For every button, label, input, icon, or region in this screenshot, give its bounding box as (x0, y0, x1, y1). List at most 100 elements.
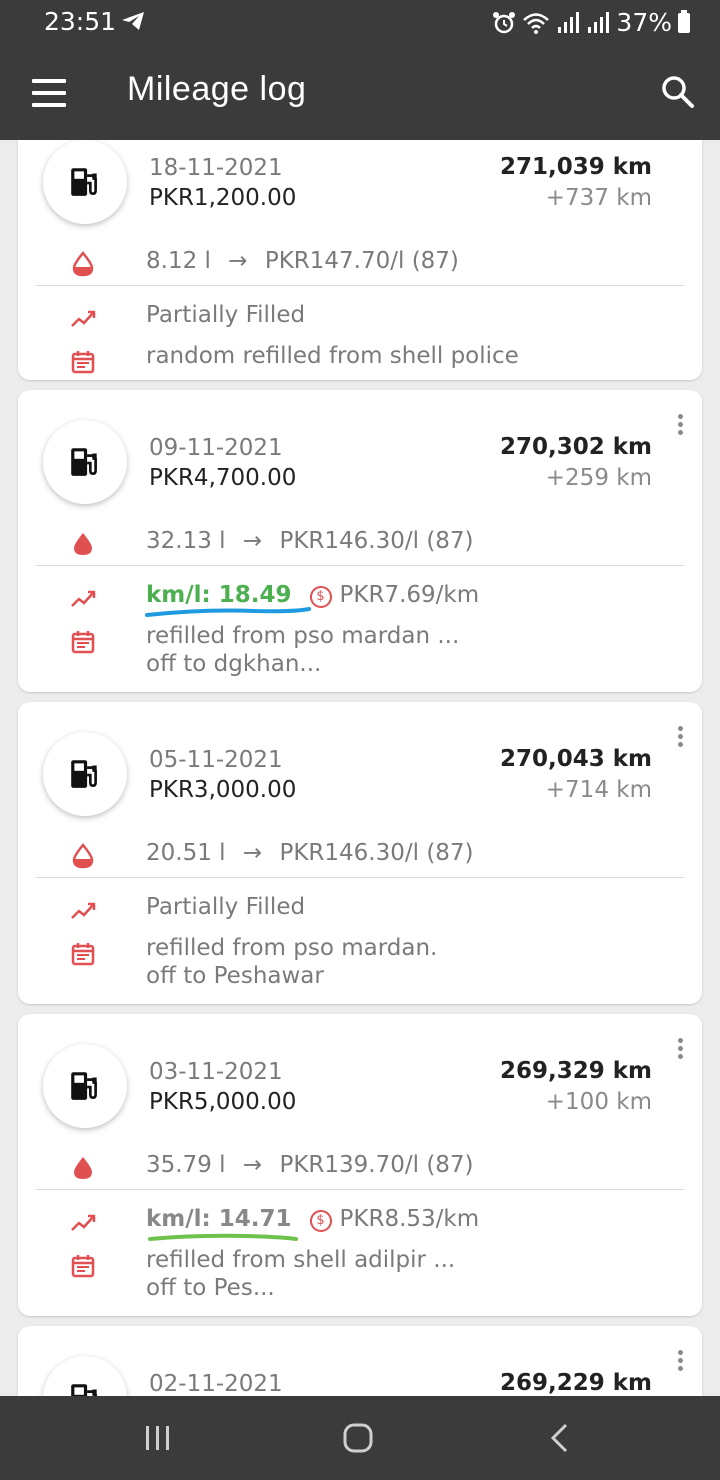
recent-apps-icon[interactable] (144, 1424, 172, 1452)
back-icon[interactable] (548, 1422, 572, 1454)
calendar-note-icon (71, 942, 95, 966)
note-line: refilled from pso mardan ... (146, 623, 460, 649)
fuel-row: 32.13 l → PKR146.30/l (87) (146, 528, 474, 554)
entry-distance-delta: +100 km (545, 1089, 652, 1115)
fill-status: Partially Filled (146, 302, 306, 328)
entry-note: refilled from pso mardan. off to Peshawa… (146, 934, 646, 990)
entry-odometer: 270,043 km (499, 746, 652, 772)
entry-distance-delta: +714 km (545, 777, 652, 803)
trend-icon (70, 588, 96, 610)
entry-odometer: 270,302 km (499, 434, 652, 460)
more-options-icon[interactable] (678, 726, 684, 750)
entry-date: 09-11-2021 (149, 435, 283, 461)
fuel-price: PKR146.30/l (87) (279, 528, 474, 554)
entry-distance-delta: +259 km (545, 465, 652, 491)
entries-list: 18-11-2021 PKR1,200.00 271,039 km +737 k… (0, 140, 720, 1396)
note-line: refilled from pso mardan. (146, 935, 438, 961)
fuel-row: 20.51 l → PKR146.30/l (87) (146, 840, 474, 866)
wifi-icon (523, 12, 550, 34)
entry-card[interactable]: 18-11-2021 PKR1,200.00 271,039 km +737 k… (18, 140, 702, 380)
search-icon[interactable] (660, 74, 696, 110)
blue-underline-annotation (145, 607, 311, 617)
fuel-price: PKR146.30/l (87) (279, 840, 474, 866)
drop-full-icon (70, 531, 96, 557)
status-bar: 23:51 37% (0, 0, 720, 48)
more-options-icon[interactable] (678, 1038, 684, 1062)
note-line: refilled from shell adilpir ... (146, 1247, 456, 1273)
entry-note: random refilled from shell police (146, 342, 646, 370)
fuel-pump-avatar (43, 420, 127, 504)
entry-date: 03-11-2021 (149, 1059, 283, 1085)
entry-note: refilled from pso mardan ... off to dgkh… (146, 622, 646, 678)
note-line: off to Pes... (146, 1275, 275, 1301)
divider (36, 1189, 684, 1190)
entry-odometer: 269,229 km (499, 1370, 652, 1396)
cost-per-km: PKR7.69/km (339, 582, 480, 608)
status-time: 23:51 (44, 7, 117, 36)
arrow-icon: → (242, 1152, 263, 1178)
drop-partial-icon (70, 251, 96, 277)
fuel-pump-icon (68, 165, 102, 199)
trend-icon (70, 308, 96, 330)
fuel-pump-avatar (43, 140, 127, 224)
arrow-icon: → (242, 528, 263, 554)
more-options-icon[interactable] (678, 414, 684, 438)
app-bar: Mileage log (0, 48, 720, 140)
fuel-pump-icon (68, 445, 102, 479)
arrow-icon: → (228, 248, 248, 274)
drop-full-icon (70, 1155, 96, 1181)
battery-icon (678, 9, 690, 33)
entry-odometer: 271,039 km (499, 154, 652, 180)
fuel-pump-avatar (43, 732, 127, 816)
calendar-note-icon (71, 630, 95, 654)
fill-status: Partially Filled (146, 894, 306, 920)
arrow-icon: → (242, 840, 263, 866)
alarm-icon (493, 11, 516, 33)
divider (36, 877, 684, 878)
fuel-pump-icon (68, 1069, 102, 1103)
fuel-pump-avatar (43, 1044, 127, 1128)
signal-icon (588, 11, 610, 33)
entry-date: 02-11-2021 (149, 1371, 283, 1396)
entry-amount: PKR1,200.00 (149, 185, 297, 211)
more-options-icon[interactable] (678, 1350, 684, 1374)
entry-date: 18-11-2021 (149, 155, 283, 181)
signal-icon (558, 11, 580, 33)
status-icons: 37% (492, 8, 690, 37)
entry-card[interactable]: 03-11-2021 PKR5,000.00 269,329 km +100 k… (18, 1014, 702, 1316)
battery-percent: 37% (616, 8, 672, 37)
entry-card[interactable]: 05-11-2021 PKR3,000.00 270,043 km +714 k… (18, 702, 702, 1004)
fuel-volume: 35.79 l (146, 1152, 226, 1178)
fuel-price: PKR139.70/l (87) (279, 1152, 474, 1178)
note-line: random refilled from shell police (146, 343, 519, 369)
calendar-note-icon (71, 350, 95, 374)
fuel-pump-icon (68, 1381, 102, 1396)
page-title: Mileage log (127, 70, 307, 108)
fuel-volume: 20.51 l (146, 840, 226, 866)
entry-amount: PKR3,000.00 (149, 777, 297, 803)
fuel-row: 8.12 l → PKR147.70/l (87) (146, 248, 459, 274)
fuel-volume: 32.13 l (146, 528, 226, 554)
fuel-price: PKR147.70/l (87) (264, 248, 459, 274)
trend-icon (70, 900, 96, 922)
calendar-note-icon (71, 1254, 95, 1278)
entry-note: refilled from shell adilpir ... off to P… (146, 1246, 646, 1302)
home-icon[interactable] (342, 1422, 374, 1454)
cost-per-km: PKR8.53/km (339, 1206, 480, 1232)
entry-date: 05-11-2021 (149, 747, 283, 773)
drop-partial-icon (70, 843, 96, 869)
green-underline-annotation (148, 1233, 298, 1241)
entry-card[interactable]: 02-11-2021 269,229 km (18, 1326, 702, 1396)
fuel-pump-avatar (43, 1356, 127, 1396)
note-line: off to Peshawar (146, 963, 324, 989)
entry-card[interactable]: 09-11-2021 PKR4,700.00 270,302 km +259 k… (18, 390, 702, 692)
entry-distance-delta: +737 km (545, 185, 652, 211)
system-nav-bar (0, 1396, 720, 1480)
fuel-volume: 8.12 l (146, 248, 211, 274)
entry-amount: PKR5,000.00 (149, 1089, 297, 1115)
fuel-pump-icon (68, 757, 102, 791)
dollar-icon: $ (309, 1210, 332, 1232)
fuel-row: 35.79 l → PKR139.70/l (87) (146, 1152, 474, 1178)
divider (36, 285, 684, 286)
hamburger-icon[interactable] (32, 79, 66, 107)
